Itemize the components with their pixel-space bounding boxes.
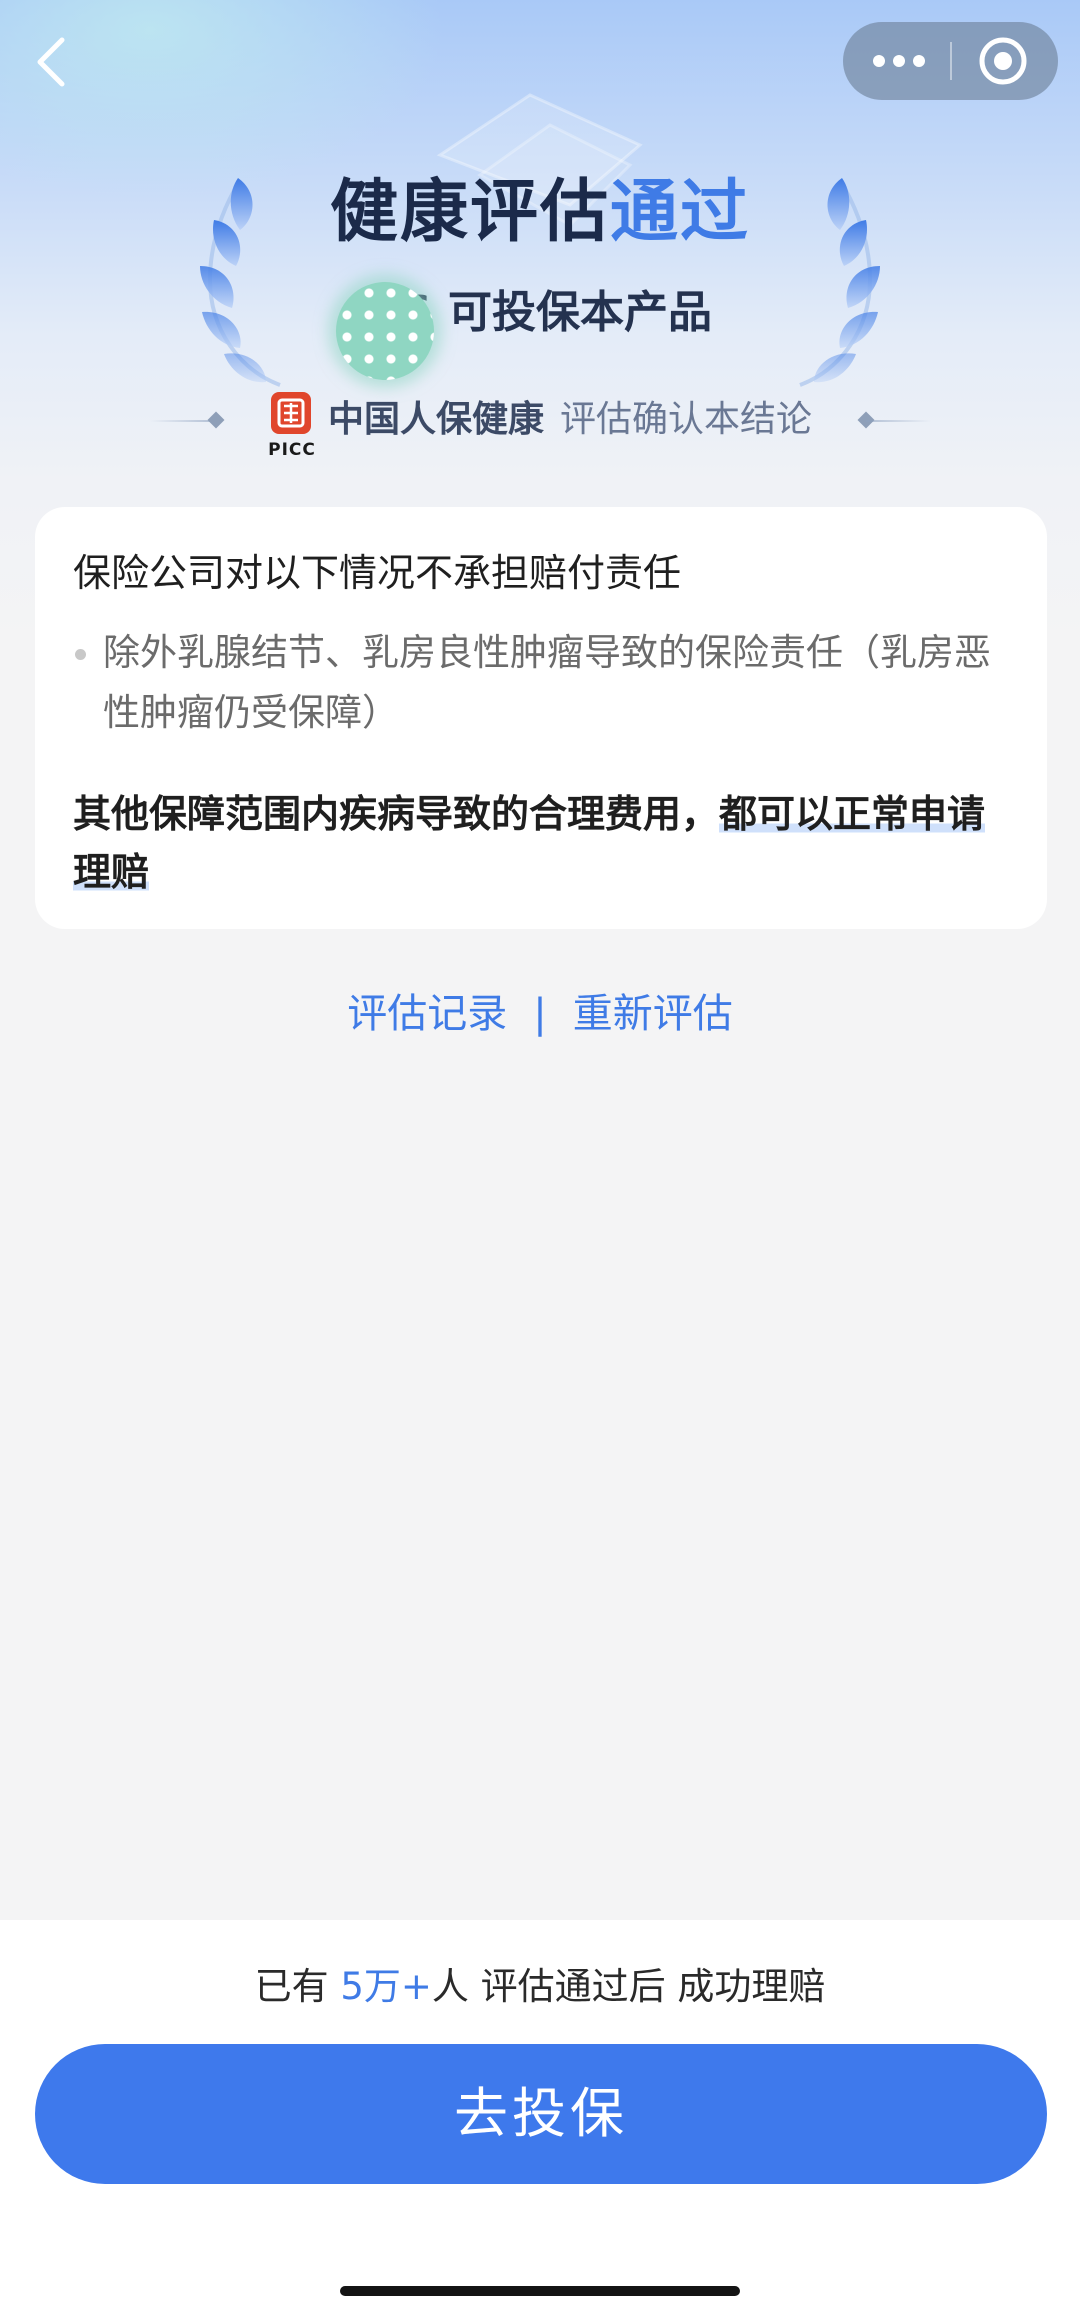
picc-logo-label: PICC [268, 440, 316, 460]
result-title-accent: 通过 [610, 173, 751, 252]
mini-program-capsule [843, 22, 1058, 100]
result-title-main: 健康评估 [329, 173, 610, 252]
link-separator: | [533, 991, 547, 1037]
brand-row: PICC 中国人保健康 评估确认本结论 [0, 390, 1080, 462]
result-subtitle: 可投保本产品 [448, 287, 712, 338]
chevron-left-icon [37, 37, 65, 87]
exclusion-card: 保险公司对以下情况不承担赔付责任 除外乳腺结节、乳房良性肿瘤导致的保险责任（乳房… [35, 507, 1047, 929]
avatar [336, 282, 434, 380]
more-dots-icon [873, 55, 925, 67]
claims-stats-prefix: 已有 [254, 1965, 341, 2008]
claims-stats-suffix: 人 评估通过后 成功理赔 [431, 1965, 826, 2008]
close-button[interactable] [953, 22, 1058, 100]
reassess-link[interactable]: 重新评估 [573, 991, 733, 1037]
bullet-dot-icon [75, 649, 86, 660]
back-button[interactable] [22, 30, 86, 94]
assessment-records-link[interactable]: 评估记录 [347, 991, 507, 1037]
diamond-left-icon [207, 411, 225, 429]
brand-confirmation: 评估确认本结论 [560, 399, 813, 440]
exclusion-item-text: 除外乳腺结节、乳房良性肿瘤导致的保险责任（乳房恶性肿瘤仍受保障） [103, 631, 991, 734]
claims-note: 其他保障范围内疾病导致的合理费用，都可以正常申请理赔 [73, 785, 1003, 901]
claims-stats: 已有 5万+人 评估通过后 成功理赔 [0, 1958, 1080, 2016]
purchase-button[interactable]: 去投保 [35, 2044, 1047, 2184]
brand-divider-left [150, 420, 215, 422]
result-title: 健康评估通过 [0, 170, 1080, 256]
bottom-action-panel: 已有 5万+人 评估通过后 成功理赔 去投保 [0, 1920, 1080, 2309]
more-button[interactable] [843, 22, 949, 100]
brand-name: 中国人保健康 [328, 399, 545, 440]
exclusion-heading: 保险公司对以下情况不承担赔付责任 [73, 551, 682, 595]
exclusion-item: 除外乳腺结节、乳房良性肿瘤导致的保险责任（乳房恶性肿瘤仍受保障） [73, 623, 1003, 743]
target-close-icon [979, 37, 1027, 85]
capsule-divider [950, 42, 952, 80]
claims-note-text: 其他保障范围内疾病导致的合理费用， [73, 792, 720, 836]
claims-stats-number: 5万+ [340, 1965, 432, 2008]
brand-divider-right [866, 420, 931, 422]
home-indicator [340, 2286, 740, 2296]
assessment-links: 评估记录 | 重新评估 [0, 982, 1080, 1046]
